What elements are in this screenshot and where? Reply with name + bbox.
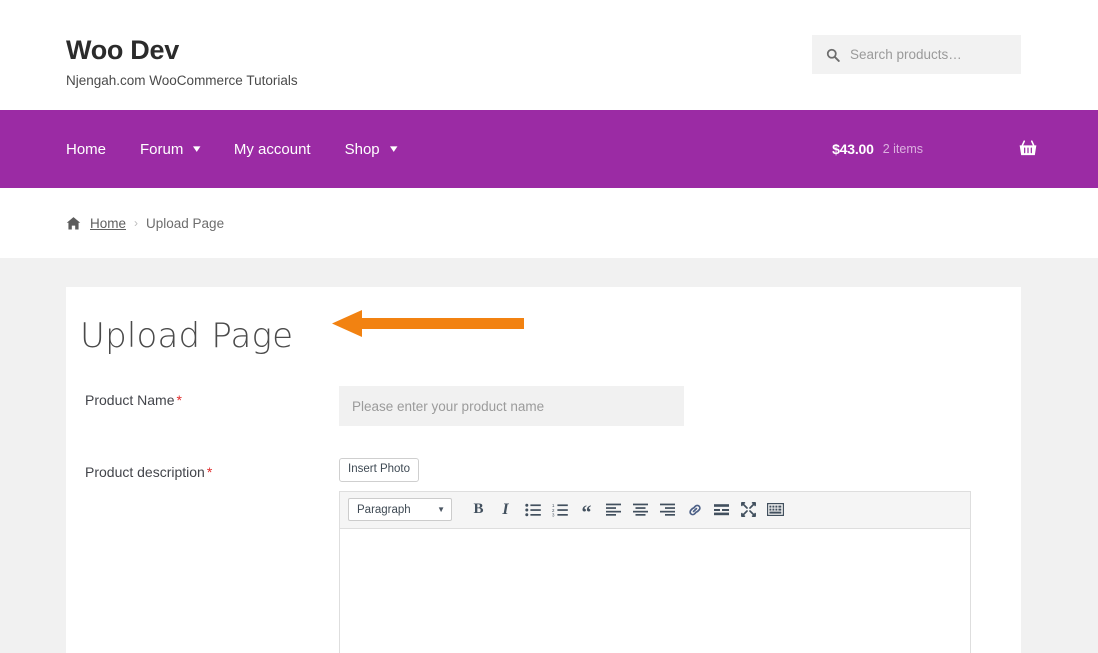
- upload-product-form: Product Name* Product description* Inser…: [66, 386, 1021, 653]
- page-title: Upload Page: [80, 316, 294, 356]
- chevron-down-icon: ▼: [437, 504, 445, 514]
- site-branding[interactable]: Woo Dev Njengah.com WooCommerce Tutorial…: [66, 35, 298, 88]
- breadcrumb: Home › Upload Page: [0, 188, 1098, 258]
- content-card: Upload Page Product Name* Product descri…: [66, 287, 1021, 653]
- field-label-text: Product description: [85, 464, 205, 481]
- format-select[interactable]: Paragraph ▼: [348, 498, 452, 522]
- align-right-icon[interactable]: [654, 498, 681, 522]
- page-body: Upload Page Product Name* Product descri…: [0, 258, 1098, 653]
- main-navigation: Home Forum ▾ My account Shop ▾ $43.00 2 …: [0, 110, 1098, 188]
- chevron-down-icon: ▾: [389, 142, 398, 155]
- format-select-value: Paragraph: [357, 503, 411, 516]
- required-marker: *: [206, 464, 213, 481]
- nav-item-label: Home: [66, 140, 107, 158]
- rich-text-editor: Insert Photo Paragraph ▼ B I 1 2 3 “: [339, 458, 986, 653]
- site-tagline: Njengah.com WooCommerce Tutorials: [66, 72, 298, 88]
- cart-total-amount: $43.00: [832, 141, 874, 157]
- nav-list: Home Forum ▾ My account Shop ▾: [66, 141, 430, 158]
- chevron-down-icon: ▾: [193, 142, 201, 155]
- italic-icon[interactable]: I: [492, 498, 519, 522]
- nav-item-home[interactable]: Home: [66, 141, 106, 158]
- form-row-product-description: Product description * Insert Photo Paragr…: [66, 458, 1021, 653]
- nav-item-label: Forum: [140, 140, 184, 158]
- site-title: Woo Dev: [66, 35, 179, 65]
- toolbar-toggle-icon[interactable]: [762, 498, 789, 522]
- product-description-control: Insert Photo Paragraph ▼ B I 1 2 3 “: [339, 458, 1021, 653]
- svg-text:3: 3: [552, 512, 555, 517]
- field-label-text: Product Name: [85, 392, 175, 409]
- bold-icon[interactable]: B: [465, 498, 492, 522]
- nav-item-shop[interactable]: Shop ▾: [344, 140, 398, 158]
- search-input[interactable]: [850, 47, 1007, 62]
- home-icon[interactable]: [66, 216, 81, 231]
- editor-content-area[interactable]: [340, 528, 970, 653]
- editor-toolbar: Paragraph ▼ B I 1 2 3 “: [340, 491, 970, 529]
- shopping-basket-icon[interactable]: [1018, 139, 1038, 159]
- numbered-list-icon[interactable]: 1 2 3: [546, 498, 573, 522]
- breadcrumb-home-link[interactable]: Home: [90, 216, 126, 231]
- cart-item-count: 2 items: [882, 142, 923, 156]
- nav-item-my-account[interactable]: My account: [234, 141, 311, 158]
- breadcrumb-separator: ›: [134, 216, 139, 230]
- insert-photo-button[interactable]: Insert Photo: [339, 458, 420, 482]
- product-search-box[interactable]: [812, 35, 1021, 74]
- bullet-list-icon[interactable]: [519, 498, 546, 522]
- breadcrumb-current-page: Upload Page: [146, 215, 225, 231]
- nav-item-forum[interactable]: Forum ▾: [140, 140, 201, 158]
- nav-item-label: Shop: [344, 140, 380, 158]
- product-name-input[interactable]: [339, 386, 684, 427]
- align-center-icon[interactable]: [627, 498, 654, 522]
- insert-link-icon[interactable]: [681, 498, 708, 522]
- product-description-label: Product description *: [66, 458, 339, 481]
- search-icon: [826, 48, 840, 62]
- cart-area[interactable]: $43.00 2 items: [832, 110, 1038, 188]
- nav-item-label: My account: [233, 140, 311, 158]
- product-name-label: Product Name *: [66, 386, 339, 409]
- fullscreen-icon[interactable]: [735, 498, 762, 522]
- required-marker: *: [176, 392, 182, 409]
- align-left-icon[interactable]: [600, 498, 627, 522]
- blockquote-icon[interactable]: “: [573, 498, 600, 523]
- read-more-icon[interactable]: [708, 498, 735, 522]
- product-name-control: [339, 386, 1021, 427]
- form-row-product-name: Product Name *: [66, 386, 1021, 427]
- editor-container: Paragraph ▼ B I 1 2 3 “: [339, 490, 971, 653]
- site-header: Woo Dev Njengah.com WooCommerce Tutorial…: [0, 0, 1098, 110]
